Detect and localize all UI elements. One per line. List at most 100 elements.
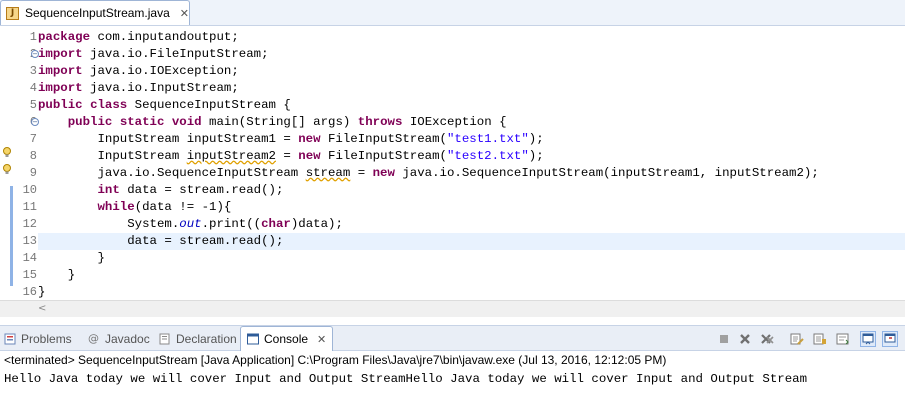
- console-status-line: <terminated> SequenceInputStream [Java A…: [4, 353, 667, 367]
- code-keyword: new: [298, 149, 321, 163]
- code-line[interactable]: data = stream.read();: [38, 233, 283, 250]
- code-text: );: [528, 132, 544, 146]
- code-line[interactable]: public static void main(String[] args) t…: [38, 114, 507, 131]
- code-text: FileInputStream(: [320, 132, 447, 146]
- line-number: 5: [29, 98, 37, 112]
- code-text: java.io.SequenceInputStream(inputStream1…: [394, 166, 819, 180]
- code-line[interactable]: import java.io.FileInputStream;: [38, 46, 269, 63]
- code-text: }: [38, 251, 105, 265]
- line-number: 4: [29, 81, 37, 95]
- code-line[interactable]: InputStream inputStream1 = new FileInput…: [38, 131, 544, 148]
- code-text: }: [38, 268, 76, 282]
- editor-tab[interactable]: J SequenceInputStream.java ✕: [0, 0, 190, 25]
- remove-all-terminated-icon[interactable]: [759, 331, 775, 347]
- code-string: "test2.txt": [446, 149, 529, 163]
- tab-declaration[interactable]: Declaration: [159, 326, 237, 351]
- console-output[interactable]: Hello Java today we will cover Input and…: [4, 371, 904, 388]
- code-text: java.io.SequenceInputStream: [38, 166, 306, 180]
- code-line[interactable]: int data = stream.read();: [38, 182, 284, 199]
- console-icon: [247, 333, 259, 345]
- code-line[interactable]: }: [38, 267, 75, 284]
- code-text-area[interactable]: package com.inputandoutput; import java.i…: [38, 26, 905, 300]
- overview-ruler: [0, 26, 15, 300]
- line-number: 16: [22, 285, 37, 299]
- code-text: );: [528, 149, 544, 163]
- code-keyword: package: [38, 30, 91, 44]
- code-text: java.io.FileInputStream;: [82, 47, 269, 61]
- close-icon[interactable]: ✕: [317, 333, 326, 346]
- pin-console-icon[interactable]: [860, 331, 876, 347]
- remove-launch-icon[interactable]: [737, 331, 753, 347]
- change-marker: [10, 186, 13, 286]
- code-text: IOException {: [402, 115, 507, 129]
- code-text: InputStream: [38, 149, 187, 163]
- close-icon[interactable]: ✕: [180, 7, 189, 20]
- tab-problems[interactable]: Problems: [4, 326, 72, 351]
- warning-lightbulb-icon[interactable]: [2, 164, 13, 175]
- code-keyword: public: [67, 115, 113, 129]
- code-line[interactable]: }: [38, 250, 105, 267]
- tab-javadoc[interactable]: @ Javadoc: [88, 326, 150, 351]
- terminate-icon[interactable]: [716, 331, 732, 347]
- code-text: data = stream.read();: [38, 234, 284, 248]
- view-tab-bar: Problems @ Javadoc Declaration Console ✕: [0, 325, 905, 351]
- code-keyword: import: [38, 81, 83, 95]
- line-number: 12: [22, 217, 37, 231]
- line-number: 13: [22, 234, 37, 248]
- line-number: 1: [29, 30, 37, 44]
- horizontal-scrollbar[interactable]: <: [0, 300, 905, 317]
- line-number: 8: [29, 149, 37, 163]
- code-text: SequenceInputStream {: [127, 98, 291, 112]
- code-line[interactable]: System.out.print((char)data);: [38, 216, 343, 233]
- code-text: com.inputandoutput;: [90, 30, 239, 44]
- code-line[interactable]: java.io.SequenceInputStream stream = new…: [38, 165, 819, 182]
- tab-console-label: Console: [264, 332, 309, 346]
- at-icon: @: [88, 331, 99, 345]
- word-wrap-icon[interactable]: [835, 331, 851, 347]
- code-text: .print((: [201, 217, 262, 231]
- code-field: out: [179, 217, 202, 231]
- code-text: java.io.IOException;: [82, 64, 239, 78]
- code-editor[interactable]: 12−3456−78910111213141516 package com.in…: [0, 26, 905, 300]
- scroll-left-arrow-icon[interactable]: <: [38, 303, 50, 315]
- code-text: )data);: [290, 217, 343, 231]
- code-warning-token: inputStream2: [186, 149, 276, 163]
- line-number: 7: [29, 132, 37, 146]
- code-keyword: int: [97, 183, 120, 197]
- warning-lightbulb-icon[interactable]: [2, 147, 13, 158]
- code-keyword: new: [298, 132, 321, 146]
- declaration-icon: [159, 333, 170, 344]
- tab-console[interactable]: Console ✕: [240, 326, 334, 351]
- code-keyword: char: [261, 217, 291, 231]
- line-number: 14: [22, 251, 37, 265]
- scroll-lock-icon[interactable]: [812, 331, 828, 347]
- java-file-icon: J: [6, 6, 19, 20]
- line-number: 11: [22, 200, 37, 214]
- code-line[interactable]: public class SequenceInputStream {: [38, 97, 291, 114]
- code-text: =: [350, 166, 373, 180]
- code-text: System.: [38, 217, 180, 231]
- code-keyword: import: [38, 64, 83, 78]
- code-line[interactable]: import java.io.InputStream;: [38, 80, 239, 97]
- code-text: InputStream inputStream1 =: [38, 132, 299, 146]
- code-line[interactable]: }: [38, 284, 45, 301]
- code-line[interactable]: package com.inputandoutput;: [38, 29, 239, 46]
- code-text: data = stream.read();: [119, 183, 284, 197]
- editor-tab-bar: J SequenceInputStream.java ✕: [0, 0, 905, 26]
- line-number: 3: [29, 64, 37, 78]
- code-line[interactable]: while(data != -1){: [38, 199, 232, 216]
- display-selected-console-icon[interactable]: [882, 331, 898, 347]
- code-text: FileInputStream(: [320, 149, 447, 163]
- tab-problems-label: Problems: [21, 331, 72, 346]
- clear-console-icon[interactable]: [789, 331, 805, 347]
- code-line[interactable]: import java.io.IOException;: [38, 63, 239, 80]
- code-line[interactable]: InputStream inputStream2 = new FileInput…: [38, 148, 544, 165]
- code-text: main(String[] args): [201, 115, 358, 129]
- code-keyword: import: [38, 47, 83, 61]
